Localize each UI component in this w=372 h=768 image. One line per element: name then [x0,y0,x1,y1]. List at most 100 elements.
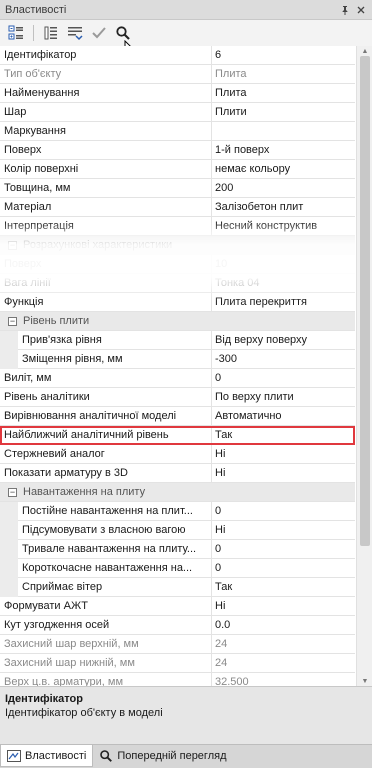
property-row[interactable]: Колір поверхні немає кольору [0,160,355,179]
category-title: Розрахункові характеристики [23,239,173,251]
tab-preview-label: Попередній перегляд [117,750,227,762]
property-label: Товщина, мм [0,179,212,197]
property-grid: Ідентифікатор 6 Тип об'єкту Плита Найменуван… [0,46,372,686]
property-label: Тип об'єкту [0,65,212,83]
collapse-icon[interactable]: − [8,240,17,250]
property-label: Короткочасне навантаження на... [0,559,212,577]
property-value[interactable]: Несний конструктив [212,217,355,235]
alphabetical-view-button[interactable] [41,23,61,43]
property-value[interactable]: Плити [212,103,355,121]
property-value[interactable]: Залізобетон плит [212,198,355,216]
pin-icon[interactable] [338,3,352,17]
property-row[interactable]: Матеріал Залізобетон плит [0,198,355,217]
property-row[interactable]: Постійне навантаження на плит... 0 [0,502,355,521]
property-category[interactable]: − Навантаження на плиту [0,483,355,502]
property-row[interactable]: Підсумовувати з власною вагою Ні [0,521,355,540]
property-row[interactable]: Рівень аналітики По верху плити [0,388,355,407]
property-row[interactable]: Ідентифікатор 6 [0,46,355,65]
property-value[interactable]: Ні [212,445,355,463]
property-value[interactable]: 0 [212,559,355,577]
property-row[interactable]: Вага лінії Тонка 04 [0,274,355,293]
filter-view-button[interactable] [65,23,85,43]
property-label: Прив'язка рівня [0,331,212,349]
property-label: Вирівнювання аналітичної моделі [0,407,212,425]
property-category[interactable]: − Розрахункові характеристики [0,236,355,255]
property-value[interactable]: 1-й поверх [212,141,355,159]
property-row[interactable]: Виліт, мм 0 [0,369,355,388]
property-value: 24 [215,657,228,669]
property-row[interactable]: Вирівнювання аналітичної моделі Автоматич… [0,407,355,426]
scroll-down-icon[interactable]: ▼ [357,676,372,686]
description-text: Ідентифікатор об'єкту в моделі [5,707,163,719]
property-row[interactable]: Тип об'єкту Плита [0,65,355,84]
apply-button[interactable] [89,23,109,43]
property-row[interactable]: Найменування Плита [0,84,355,103]
property-row[interactable]: Поверх 10 [0,255,355,274]
property-value[interactable]: Ні [212,597,355,615]
property-value[interactable]: Плита перекриття [212,293,355,311]
property-label: Матеріал [0,198,212,216]
search-icon [100,750,113,762]
property-row[interactable]: Кут узгодження осей 0.0 [0,616,355,635]
description-title: Ідентифікатор [5,693,83,705]
property-row[interactable]: Найближчий аналітичний рівень Так [0,426,355,445]
panel-title: Властивості [5,3,67,16]
property-value[interactable]: Ні [212,464,355,482]
property-row[interactable]: Товщина, мм 200 [0,179,355,198]
category-label: − Навантаження на плиту [0,483,355,501]
search-icon [116,26,130,40]
property-value[interactable]: 200 [212,179,355,197]
property-label: Інтерпретація [0,217,212,235]
collapse-icon[interactable]: − [8,316,17,326]
tab-properties[interactable]: Властивості [0,745,94,767]
property-value[interactable]: 6 [212,46,355,64]
property-label: Зміщення рівня, мм [0,350,212,368]
property-category[interactable]: − Рівень плити [0,312,355,331]
property-value: Плита [215,68,247,80]
property-row[interactable]: Стержневий аналог Ні [0,445,355,464]
property-value[interactable]: Від верху поверху [212,331,355,349]
tab-preview[interactable]: Попередній перегляд [93,745,232,767]
property-value[interactable]: -300 [212,350,355,368]
property-row[interactable]: Шар Плити [0,103,355,122]
properties-icon [7,749,21,762]
property-grid-rows: Ідентифікатор 6 Тип об'єкту Плита Найменуван… [0,46,355,686]
property-row[interactable]: Маркування [0,122,355,141]
property-row[interactable]: Показати арматуру в 3D Ні [0,464,355,483]
property-value[interactable]: Так [212,578,355,596]
property-row[interactable]: Верх ц.в. арматури, мм 32.500 [0,673,355,686]
scroll-up-icon[interactable]: ▲ [357,46,372,56]
property-value[interactable]: 0 [212,369,355,387]
property-row[interactable]: Формувати АЖТ Ні [0,597,355,616]
category-title: Рівень плити [23,315,90,327]
property-value[interactable]: По верху плити [212,388,355,406]
property-label: Ідентифікатор [0,46,212,64]
property-value[interactable]: Ні [212,521,355,539]
close-icon[interactable] [354,3,368,17]
property-value: 24 [215,638,228,650]
property-row[interactable]: Сприймає вітер Так [0,578,355,597]
property-row[interactable]: Функція Плита перекриття [0,293,355,312]
property-row[interactable]: Короткочасне навантаження на... 0 [0,559,355,578]
property-value[interactable]: 0 [212,502,355,520]
vertical-scrollbar[interactable]: ▲ ▼ [356,46,372,686]
property-value[interactable]: Плита [212,84,355,102]
property-value[interactable]: 0.0 [212,616,355,634]
collapse-icon[interactable]: − [8,487,17,497]
property-value[interactable]: немає кольору [212,160,355,178]
property-value[interactable]: Так [212,426,355,444]
property-row[interactable]: Поверх 1-й поверх [0,141,355,160]
property-value[interactable]: 0 [212,540,355,558]
scrollbar-thumb[interactable] [360,56,370,546]
property-row[interactable]: Інтерпретація Несний конструктив [0,217,355,236]
property-row[interactable]: Тривале навантаження на плиту... 0 [0,540,355,559]
filter-icon [68,27,83,41]
property-label: Функція [0,293,212,311]
property-value[interactable]: Автоматично [212,407,355,425]
categorized-view-button[interactable] [6,23,26,43]
property-row[interactable]: Захисний шар верхній, мм 24 [0,635,355,654]
property-row[interactable]: Прив'язка рівня Від верху поверху [0,331,355,350]
property-row[interactable]: Захисний шар нижній, мм 24 [0,654,355,673]
property-value[interactable] [212,122,355,140]
property-row[interactable]: Зміщення рівня, мм -300 [0,350,355,369]
